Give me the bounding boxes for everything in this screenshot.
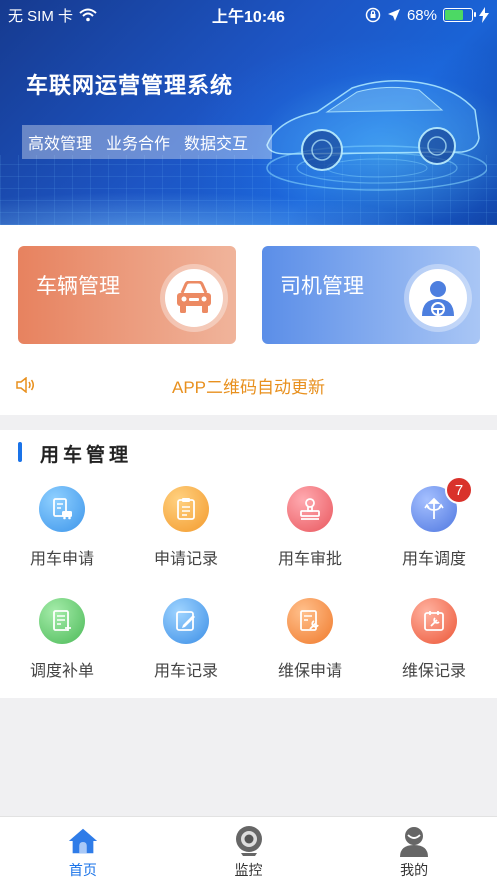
add-document-icon: [53, 610, 71, 631]
section-accent-bar: [18, 442, 22, 462]
orientation-lock-icon: [365, 7, 381, 23]
speaker-icon: [16, 377, 34, 393]
tab-home-label: 首页: [68, 862, 97, 878]
grid-item-vehicle-apply[interactable]: 用车申请: [0, 486, 124, 586]
bottom-tab-bar: 首页 监控 我的: [0, 816, 497, 883]
vehicle-use-section: 用车管理 用车申请 申请记录 用车审批 7 用车调度 调度补单 用车记录 维保申…: [0, 430, 497, 698]
banner-tag: 高效管理: [28, 136, 93, 153]
charging-icon: [479, 7, 489, 23]
edit-note-icon: [176, 611, 195, 631]
driver-icon: [422, 281, 454, 316]
wrench-document-icon: [300, 610, 319, 631]
car-illustration-icon: [266, 80, 487, 191]
banner: [0, 0, 497, 225]
notice-text: APP二维码自动更新: [171, 377, 326, 397]
wifi-icon: [79, 8, 97, 22]
carrier-text: 无 SIM 卡: [8, 7, 74, 25]
grid-item-vehicle-approval[interactable]: 用车审批: [248, 486, 372, 586]
tab-mine-label: 我的: [400, 862, 429, 878]
driver-icon-ring: [404, 264, 472, 332]
driver-management-label: 司机管理: [280, 275, 364, 298]
battery-icon: [443, 8, 476, 22]
grid-item-label: 用车调度: [401, 551, 466, 568]
banner-tag: 业务合作: [106, 136, 171, 153]
vehicle-management-label: 车辆管理: [36, 275, 120, 298]
grid-item-label: 维保记录: [401, 663, 466, 680]
grid-item-label: 用车申请: [29, 551, 94, 568]
grid-item-vehicle-record[interactable]: 用车记录: [124, 598, 248, 698]
camera-icon: [235, 826, 262, 856]
stamp-icon: [300, 498, 320, 520]
notice-bar[interactable]: APP二维码自动更新: [0, 370, 497, 400]
grid-item-label: 维保申请: [277, 663, 342, 680]
location-arrow-icon: [387, 9, 400, 21]
banner-title: 车联网运营管理系统: [26, 73, 234, 98]
car-icon: [177, 281, 211, 313]
grid-item-label: 用车记录: [153, 663, 218, 680]
battery-percent: 68%: [406, 6, 437, 24]
banner-tags: 高效管理 业务合作 数据交互: [22, 125, 272, 159]
status-bar: 无 SIM 卡 上午10:46 68%: [0, 0, 497, 30]
tab-home[interactable]: 首页: [0, 817, 166, 883]
car-icon-ring: [160, 264, 228, 332]
grid-item-label: 调度补单: [29, 663, 94, 680]
maintenance-calendar-icon: [424, 611, 444, 631]
clipboard-icon: [177, 498, 195, 520]
grid-item-maintenance-apply[interactable]: 维保申请: [248, 598, 372, 698]
tab-monitor-label: 监控: [234, 862, 263, 878]
home-icon: [68, 828, 97, 854]
banner-tag: 数据交互: [184, 136, 249, 153]
grid-item-apply-record[interactable]: 申请记录: [124, 486, 248, 586]
driver-management-card[interactable]: 司机管理: [262, 246, 480, 344]
tab-monitor[interactable]: 监控: [166, 817, 332, 883]
grid-item-label: 申请记录: [153, 551, 218, 568]
dispatch-arrows-icon: [424, 497, 444, 519]
section-title: 用车管理: [40, 445, 133, 466]
grid-item-label: 用车审批: [277, 551, 342, 568]
vehicle-management-card[interactable]: 车辆管理: [18, 246, 236, 344]
grid-item-vehicle-dispatch[interactable]: 7 用车调度: [372, 476, 496, 586]
user-icon: [400, 827, 429, 857]
grid-item-maintenance-record[interactable]: 维保记录: [372, 598, 496, 698]
grid-item-dispatch-supplement[interactable]: 调度补单: [0, 598, 124, 698]
dispatch-count-badge: 7: [445, 476, 473, 504]
car-apply-icon: [53, 498, 72, 520]
tab-mine[interactable]: 我的: [331, 817, 497, 883]
